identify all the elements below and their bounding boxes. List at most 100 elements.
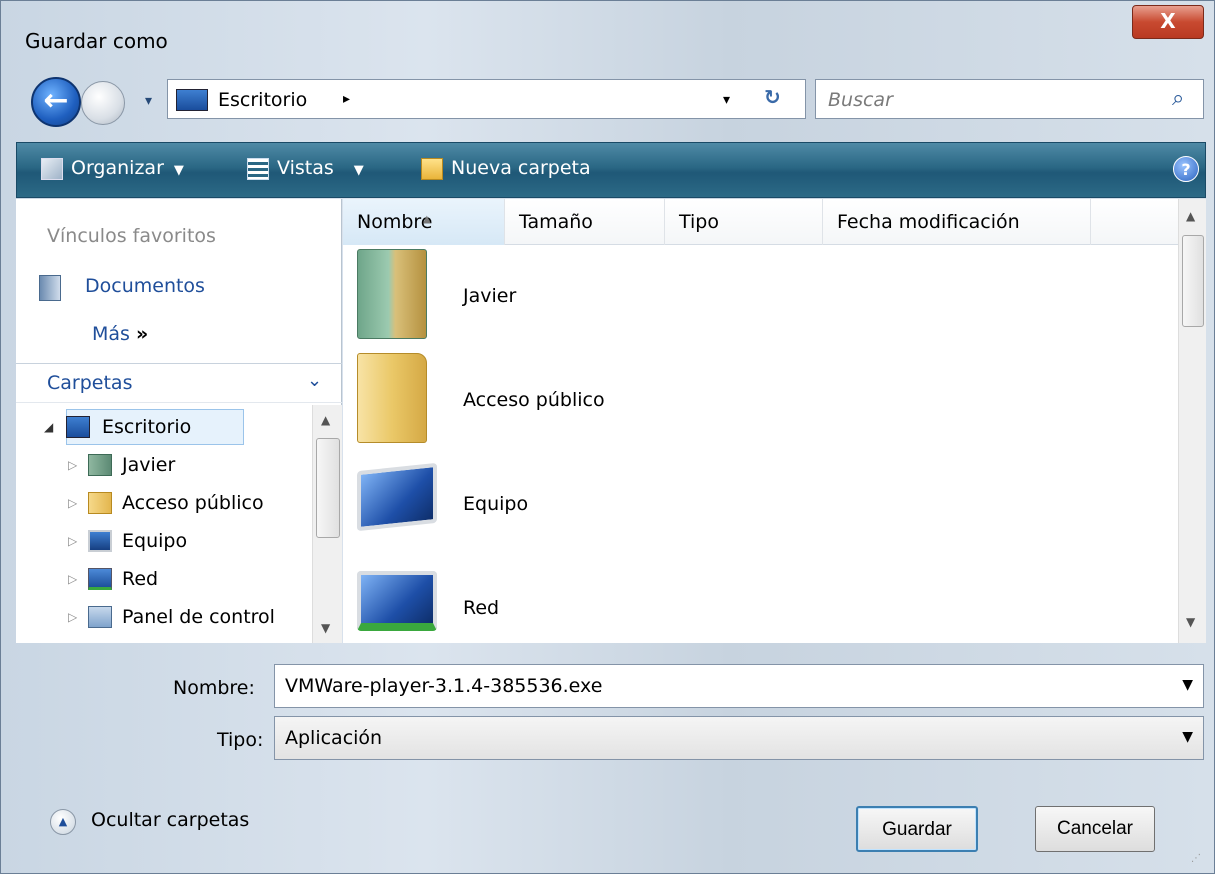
new-folder-label: Nueva carpeta [451, 157, 591, 179]
more-link[interactable]: Más » [92, 323, 148, 345]
address-bar[interactable]: Escritorio ▸ ▾ ↻ [167, 79, 806, 119]
tree-item-label: Javier [122, 454, 176, 476]
network-icon [88, 568, 112, 590]
network-icon [357, 571, 437, 631]
collapsed-arrow-icon[interactable]: ▷ [68, 523, 82, 559]
folders-header[interactable]: Carpetas ⌄ [16, 363, 342, 403]
back-button[interactable]: ← [31, 77, 81, 127]
new-folder-icon [421, 157, 443, 180]
tree-item-javier[interactable]: ▷ Javier [68, 447, 308, 483]
tree-item-panel-de-control[interactable]: ▷ Panel de control [68, 599, 308, 635]
column-header-label: Nombre [357, 211, 433, 233]
search-input[interactable]: Buscar [828, 89, 893, 111]
favorites-heading: Vínculos favoritos [47, 225, 216, 247]
filename-input[interactable]: VMWare-player-3.1.4-385536.exe [285, 675, 602, 697]
filename-field[interactable]: VMWare-player-3.1.4-385536.exe ▼ [274, 664, 1204, 708]
navigation-pane: Vínculos favoritos Documentos Más » Carp… [16, 199, 342, 643]
address-location[interactable]: Escritorio [218, 89, 307, 111]
tree-item-label: Panel de control [122, 606, 275, 628]
close-button[interactable]: X [1132, 5, 1204, 39]
resize-grip-icon[interactable]: ⋰ [1191, 853, 1201, 864]
desktop-icon [176, 89, 208, 111]
collapsed-arrow-icon[interactable]: ▷ [68, 599, 82, 635]
favorite-link-documents[interactable]: Documentos [85, 275, 205, 297]
column-header-label: Fecha modificación [837, 211, 1020, 233]
filetype-value: Aplicación [285, 727, 383, 749]
back-arrow-icon: ← [43, 83, 69, 118]
folder-icon [357, 353, 427, 443]
address-dropdown-icon[interactable]: ▾ [723, 92, 730, 108]
folder-icon [88, 492, 112, 514]
chevron-down-icon[interactable]: ▼ [1182, 729, 1193, 745]
sort-ascending-icon: ▲ [423, 214, 431, 225]
tree-item-escritorio[interactable]: ◢ Escritorio [44, 409, 246, 445]
expanded-arrow-icon[interactable]: ◢ [44, 409, 58, 445]
user-folder-icon [88, 454, 112, 476]
filetype-label: Tipo: [217, 729, 264, 751]
user-folder-icon [357, 249, 427, 339]
column-header-label: Tamaño [519, 211, 593, 233]
history-dropdown-icon[interactable]: ▾ [145, 93, 152, 109]
hide-folders-toggle-icon[interactable]: ▲ [50, 809, 76, 835]
hide-folders-label[interactable]: Ocultar carpetas [91, 809, 249, 831]
save-button[interactable]: Guardar [856, 806, 978, 852]
help-icon[interactable]: ? [1173, 156, 1199, 182]
folders-heading: Carpetas [47, 372, 133, 394]
scroll-down-icon[interactable]: ▼ [1186, 615, 1195, 629]
command-bar: Organizar ▼ Vistas ▼ Nueva carpeta ? [16, 142, 1206, 198]
tree-item-label: Escritorio [102, 416, 192, 438]
scroll-up-icon[interactable]: ▲ [321, 413, 330, 427]
list-item-label: Acceso público [463, 389, 605, 411]
tree-item-label: Equipo [122, 530, 188, 552]
scroll-up-icon[interactable]: ▲ [1186, 209, 1195, 223]
double-chevron-icon: » [135, 323, 149, 345]
folder-tree-scrollbar[interactable]: ▲ ▼ [312, 405, 342, 643]
window-title: Guardar como [25, 29, 168, 53]
tree-item-label: Acceso público [122, 492, 264, 514]
column-header-nombre[interactable]: ▲ Nombre [343, 199, 505, 245]
search-box[interactable]: Buscar ⌕ [815, 79, 1204, 119]
organize-label: Organizar [71, 157, 164, 179]
views-label: Vistas [277, 157, 334, 179]
tree-item-red[interactable]: ▷ Red [68, 561, 308, 597]
cancel-button[interactable]: Cancelar [1035, 806, 1155, 852]
list-item-label: Javier [463, 285, 517, 307]
file-list-pane: ▲ Nombre Tamaño Tipo Fecha modificación … [343, 199, 1206, 643]
new-folder-button[interactable]: Nueva carpeta [421, 157, 591, 180]
folder-tree: ◢ Escritorio ▷ Javier ▷ Acceso público ▷… [16, 405, 312, 643]
refresh-icon[interactable]: ↻ [764, 85, 781, 109]
column-header-tamano[interactable]: Tamaño [505, 199, 665, 245]
column-header-tipo[interactable]: Tipo [665, 199, 823, 245]
save-as-dialog: Guardar como X ← ▾ Escritorio ▸ ▾ ↻ Busc… [0, 0, 1215, 874]
computer-icon [357, 462, 437, 532]
collapsed-arrow-icon[interactable]: ▷ [68, 485, 82, 521]
chevron-down-icon[interactable]: ⌄ [307, 370, 322, 391]
scrollbar-thumb[interactable] [1182, 235, 1204, 327]
collapsed-arrow-icon[interactable]: ▷ [68, 447, 82, 483]
views-button[interactable]: Vistas ▼ [247, 157, 364, 180]
collapsed-arrow-icon[interactable]: ▷ [68, 561, 82, 597]
scroll-down-icon[interactable]: ▼ [321, 621, 330, 635]
column-header-label: Tipo [679, 211, 719, 233]
file-list-scrollbar[interactable]: ▲ ▼ [1178, 199, 1206, 643]
scrollbar-thumb[interactable] [316, 438, 340, 538]
tree-item-equipo[interactable]: ▷ Equipo [68, 523, 308, 559]
forward-button[interactable] [81, 81, 125, 125]
organize-icon [41, 157, 63, 180]
desktop-icon [66, 416, 90, 438]
chevron-down-icon[interactable]: ▼ [1182, 677, 1193, 693]
column-headers: ▲ Nombre Tamaño Tipo Fecha modificación [343, 199, 1178, 245]
views-icon [247, 157, 269, 180]
breadcrumb-arrow-icon[interactable]: ▸ [343, 91, 350, 107]
column-header-fecha[interactable]: Fecha modificación [823, 199, 1091, 245]
chevron-down-icon: ▼ [173, 163, 184, 178]
list-item-label: Red [463, 597, 500, 619]
organize-button[interactable]: Organizar ▼ [41, 157, 184, 180]
filetype-select[interactable]: Aplicación ▼ [274, 716, 1204, 760]
documents-icon [39, 275, 61, 301]
more-label: Más [92, 323, 130, 345]
tree-item-acceso-publico[interactable]: ▷ Acceso público [68, 485, 308, 521]
computer-icon [88, 530, 112, 552]
tree-item-label: Red [122, 568, 159, 590]
search-icon[interactable]: ⌕ [1172, 86, 1184, 111]
